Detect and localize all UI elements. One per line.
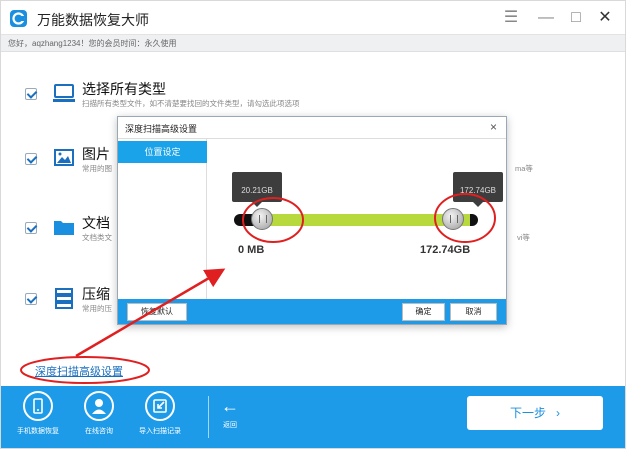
range-max-label: 172.74GB bbox=[420, 244, 471, 256]
phone-recovery-label: 手机数据恢复 bbox=[17, 428, 59, 435]
image-icon bbox=[52, 146, 76, 170]
slider-low-tooltip: 20.21GB bbox=[232, 172, 282, 207]
advanced-scan-settings-link[interactable]: 深度扫描高级设置 bbox=[35, 363, 123, 379]
checkbox-document[interactable] bbox=[25, 222, 37, 234]
greeting-bar: 您好，aqzhang1234！您的会员时间：永久使用 bbox=[1, 35, 625, 52]
restore-default-button[interactable]: 恢复默认 bbox=[127, 303, 187, 321]
range-slider-fill bbox=[263, 214, 470, 226]
back-label: 返回 bbox=[223, 422, 237, 429]
type-desc: 扫描所有类型文件，如不清楚要找回的文件类型，请勾选此项选项 bbox=[82, 99, 300, 108]
slider-high-handle[interactable] bbox=[442, 208, 464, 230]
online-consult-label: 在线咨询 bbox=[85, 428, 113, 435]
type-desc-tail: ma等 bbox=[515, 164, 533, 173]
next-label: 下一步 bbox=[509, 406, 546, 420]
tab-location-settings[interactable]: 位置设定 bbox=[118, 141, 207, 163]
online-consult-button[interactable]: 在线咨询 bbox=[68, 391, 130, 436]
app-logo-icon bbox=[10, 10, 27, 27]
type-label: 文档 bbox=[82, 215, 110, 231]
checkbox-image[interactable] bbox=[25, 153, 37, 165]
type-desc: 文档类文 bbox=[82, 233, 112, 242]
archive-icon bbox=[52, 286, 76, 310]
person-icon bbox=[84, 391, 114, 421]
title-bar: 万能数据恢复大师 ☰ — □ ✕ bbox=[1, 1, 625, 35]
maximize-button[interactable]: □ bbox=[565, 7, 587, 29]
back-arrow-icon: ← bbox=[221, 396, 239, 416]
phone-recovery-button[interactable]: 手机数据恢复 bbox=[7, 391, 69, 436]
slider-low-handle[interactable] bbox=[251, 208, 273, 230]
bottom-divider bbox=[208, 396, 209, 438]
type-label: 压缩 bbox=[82, 286, 110, 302]
dialog-close-icon[interactable]: × bbox=[490, 120, 497, 134]
app-window: 万能数据恢复大师 ☰ — □ ✕ 您好，aqzhang1234！您的会员时间：永… bbox=[0, 0, 626, 449]
type-desc-tail: vi等 bbox=[517, 233, 530, 242]
back-button[interactable]: ← 返回 bbox=[215, 396, 245, 430]
dialog-content: 20.21GB 172.74GB 0 MB 172.74GB bbox=[208, 139, 506, 299]
dialog-title: 深度扫描高级设置 bbox=[125, 124, 198, 134]
dialog-sidebar: 位置设定 bbox=[118, 139, 207, 299]
phone-icon bbox=[23, 391, 53, 421]
checkbox-archive[interactable] bbox=[25, 293, 37, 305]
import-icon bbox=[145, 391, 175, 421]
chevron-right-icon: › bbox=[556, 406, 560, 420]
ok-button[interactable]: 确定 bbox=[402, 303, 445, 321]
monitor-icon bbox=[52, 81, 76, 105]
greeting-text: 您好，aqzhang1234！您的会员时间：永久使用 bbox=[8, 39, 177, 48]
slider-high-tooltip: 172.74GB bbox=[453, 172, 503, 207]
dialog-title-bar: 深度扫描高级设置 × bbox=[118, 117, 506, 139]
import-scan-record-label: 导入扫描记录 bbox=[139, 428, 181, 435]
type-label: 选择所有类型 bbox=[82, 81, 166, 97]
app-title: 万能数据恢复大师 bbox=[37, 12, 149, 28]
type-label: 图片 bbox=[82, 146, 110, 162]
dialog-footer: 恢复默认 确定 取消 bbox=[118, 299, 506, 324]
next-button[interactable]: 下一步 › bbox=[467, 396, 603, 430]
cancel-button[interactable]: 取消 bbox=[450, 303, 497, 321]
checkbox-all[interactable] bbox=[25, 88, 37, 100]
folder-icon bbox=[52, 215, 76, 239]
import-scan-record-button[interactable]: 导入扫描记录 bbox=[129, 391, 191, 436]
range-min-label: 0 MB bbox=[238, 244, 265, 256]
type-desc: 常用的图 bbox=[82, 164, 112, 173]
menu-icon[interactable]: ☰ bbox=[500, 7, 522, 29]
close-button[interactable]: ✕ bbox=[594, 7, 616, 29]
minimize-button[interactable]: — bbox=[535, 7, 557, 29]
advanced-settings-dialog: 深度扫描高级设置 × 位置设定 20.21GB 172.74GB 0 MB 17… bbox=[117, 116, 507, 325]
type-desc: 常用的压 bbox=[82, 304, 112, 313]
bottom-bar: 手机数据恢复 在线咨询 导入扫描记录 ← 返回 下一步 › bbox=[1, 386, 625, 448]
